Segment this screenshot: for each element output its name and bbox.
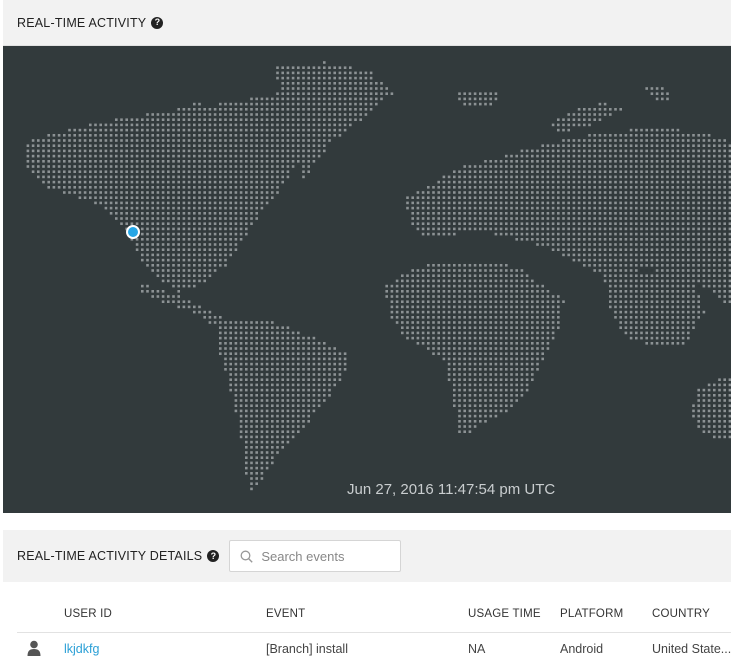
column-header-platform[interactable]: PLATFORM xyxy=(560,608,623,620)
column-header-usage-time[interactable]: USAGE TIME xyxy=(468,608,541,620)
world-map-dots xyxy=(26,61,731,491)
question-circle-icon[interactable]: ? xyxy=(207,550,220,562)
event-cell: [Branch] install xyxy=(266,642,348,656)
map-timestamp: Jun 27, 2016 11:47:54 pm UTC xyxy=(347,481,556,498)
header-divider xyxy=(17,632,731,633)
column-header-event[interactable]: EVENT xyxy=(266,608,305,620)
search-icon xyxy=(240,550,254,563)
world-map: Jun 27, 2016 11:47:54 pm UTC xyxy=(3,46,731,513)
details-title: REAL-TIME ACTIVITY DETAILS xyxy=(17,549,203,563)
platform-cell: Android xyxy=(560,642,604,656)
country-cell: United State... xyxy=(652,642,731,656)
question-circle-icon[interactable]: ? xyxy=(151,16,164,29)
user-icon xyxy=(27,640,41,656)
details-header: REAL-TIME ACTIVITY DETAILS ? xyxy=(3,530,731,582)
events-table: USER ID EVENT USAGE TIME PLATFORM COUNTR… xyxy=(3,582,731,664)
column-header-country[interactable]: COUNTRY xyxy=(652,608,710,620)
search-input[interactable] xyxy=(261,548,392,564)
activity-title: REAL-TIME ACTIVITY xyxy=(17,15,147,30)
search-box[interactable] xyxy=(229,540,402,572)
usage-time-cell: NA xyxy=(468,642,486,656)
activity-header: REAL-TIME ACTIVITY ? xyxy=(3,0,731,46)
user-id-link[interactable]: lkjdkfg xyxy=(64,642,99,656)
location-marker[interactable] xyxy=(126,225,140,239)
column-header-user-id[interactable]: USER ID xyxy=(64,608,112,620)
